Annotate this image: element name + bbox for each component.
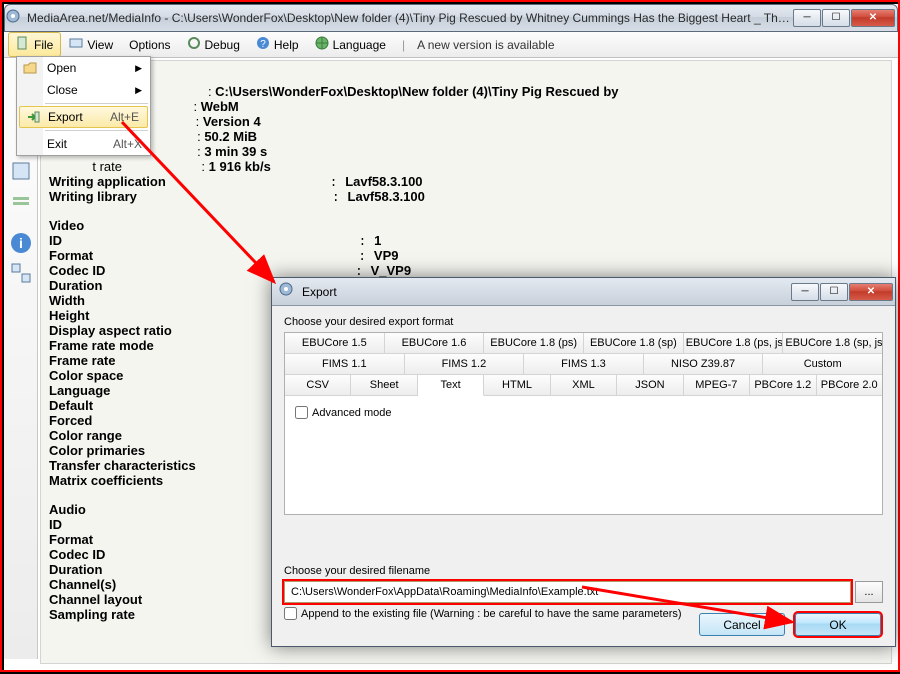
export-icon [25, 109, 41, 125]
menu-open[interactable]: Open ▶ [17, 57, 150, 79]
export-dialog: Export ─ ☐ ✕ Choose your desired export … [271, 277, 896, 647]
menu-language-label: Language [333, 38, 386, 52]
open-icon [22, 60, 38, 76]
format-tab[interactable]: FIMS 1.2 [405, 354, 525, 375]
format-tab[interactable]: FIMS 1.1 [285, 354, 405, 375]
advanced-mode-input[interactable] [295, 406, 308, 419]
menu-exit[interactable]: Exit Alt+X [17, 133, 150, 155]
menu-view-label: View [87, 38, 113, 52]
app-icon [5, 8, 21, 29]
format-tab[interactable]: EBUCore 1.8 (ps) [484, 333, 584, 354]
file-icon [16, 36, 30, 53]
append-checkbox[interactable] [284, 607, 297, 620]
info-icon[interactable]: i [9, 231, 33, 255]
submenu-arrow-icon: ▶ [135, 63, 142, 74]
globe-icon [315, 36, 329, 53]
sidebar-tool-icon[interactable] [9, 159, 33, 183]
ok-button[interactable]: OK [795, 613, 881, 636]
format-tab[interactable]: HTML [484, 375, 550, 396]
format-tab[interactable]: Custom [763, 354, 882, 375]
menu-debug-label: Debug [205, 38, 240, 52]
dialog-title: Export [302, 285, 790, 299]
format-group-label: Choose your desired export format [284, 316, 883, 328]
format-tab[interactable]: MPEG-7 [684, 375, 750, 396]
window-controls: ─ ☐ ✕ [792, 9, 895, 27]
format-tab[interactable]: Sheet [351, 375, 417, 396]
titlebar: MediaArea.net/MediaInfo - C:\Users\Wonde… [4, 4, 898, 32]
close-button[interactable]: ✕ [851, 9, 895, 27]
browse-button[interactable]: ... [855, 581, 883, 603]
tab-panel: Advanced mode [285, 396, 882, 514]
menu-export[interactable]: Export Alt+E [19, 106, 148, 128]
format-tab[interactable]: XML [551, 375, 617, 396]
filename-group-label: Choose your desired filename [284, 565, 883, 577]
svg-text:?: ? [260, 39, 266, 50]
window-title: MediaArea.net/MediaInfo - C:\Users\Wonde… [27, 11, 792, 25]
format-tab[interactable]: PBCore 1.2 [750, 375, 816, 396]
format-tab[interactable]: JSON [617, 375, 683, 396]
menubar: File View Options Debug ? Help Language … [4, 32, 898, 58]
advanced-mode-label: Advanced mode [312, 407, 392, 419]
format-tab[interactable]: EBUCore 1.8 (sp) [584, 333, 684, 354]
format-tab[interactable]: FIMS 1.3 [524, 354, 644, 375]
format-tab[interactable]: EBUCore 1.6 [385, 333, 485, 354]
menu-options[interactable]: Options [121, 34, 178, 56]
file-dropdown: Open ▶ Close ▶ Export Alt+E Exit Alt+X [16, 56, 151, 156]
menu-close[interactable]: Close ▶ [17, 79, 150, 101]
help-icon: ? [256, 36, 270, 53]
exit-shortcut: Alt+X [113, 137, 142, 151]
menu-close-label: Close [47, 83, 78, 97]
separator [45, 130, 148, 131]
menu-exit-label: Exit [47, 137, 67, 151]
maximize-button[interactable]: ☐ [822, 9, 850, 27]
menu-file[interactable]: File [8, 32, 61, 57]
menu-debug[interactable]: Debug [179, 32, 248, 57]
menu-open-label: Open [47, 61, 76, 75]
advanced-mode-checkbox[interactable]: Advanced mode [295, 406, 872, 419]
submenu-arrow-icon: ▶ [135, 85, 142, 96]
format-tabs: EBUCore 1.5EBUCore 1.6EBUCore 1.8 (ps)EB… [284, 332, 883, 515]
menu-options-label: Options [129, 38, 170, 52]
menu-help-label: Help [274, 38, 299, 52]
debug-icon [187, 36, 201, 53]
view-icon [69, 36, 83, 53]
format-tab[interactable]: EBUCore 1.5 [285, 333, 385, 354]
menu-export-label: Export [48, 110, 83, 124]
sidebar-tool-icon[interactable] [9, 189, 33, 213]
svg-text:i: i [19, 235, 23, 251]
filename-input[interactable] [284, 581, 851, 603]
format-tab[interactable]: PBCore 2.0 [817, 375, 882, 396]
cancel-button[interactable]: Cancel [699, 613, 785, 636]
format-tab[interactable]: NISO Z39.87 [644, 354, 764, 375]
app-icon [278, 281, 294, 302]
format-tab[interactable]: EBUCore 1.8 (sp, json) [783, 333, 882, 354]
append-label: Append to the existing file (Warning : b… [301, 608, 682, 620]
menu-language[interactable]: Language [307, 32, 394, 57]
update-notice[interactable]: A new version is available [417, 38, 554, 52]
format-tab[interactable]: CSV [285, 375, 351, 396]
dialog-minimize-button[interactable]: ─ [791, 283, 819, 301]
menu-help[interactable]: ? Help [248, 32, 307, 57]
menu-view[interactable]: View [61, 32, 121, 57]
menu-file-label: File [34, 38, 53, 52]
format-tab[interactable]: Text [418, 375, 484, 396]
separator [45, 103, 148, 104]
dialog-maximize-button[interactable]: ☐ [820, 283, 848, 301]
format-tab[interactable]: EBUCore 1.8 (ps, json) [684, 333, 784, 354]
dialog-titlebar: Export ─ ☐ ✕ [272, 278, 895, 306]
dialog-close-button[interactable]: ✕ [849, 283, 893, 301]
export-shortcut: Alt+E [110, 110, 139, 124]
minimize-button[interactable]: ─ [793, 9, 821, 27]
sidebar-tool-icon[interactable] [9, 261, 33, 285]
